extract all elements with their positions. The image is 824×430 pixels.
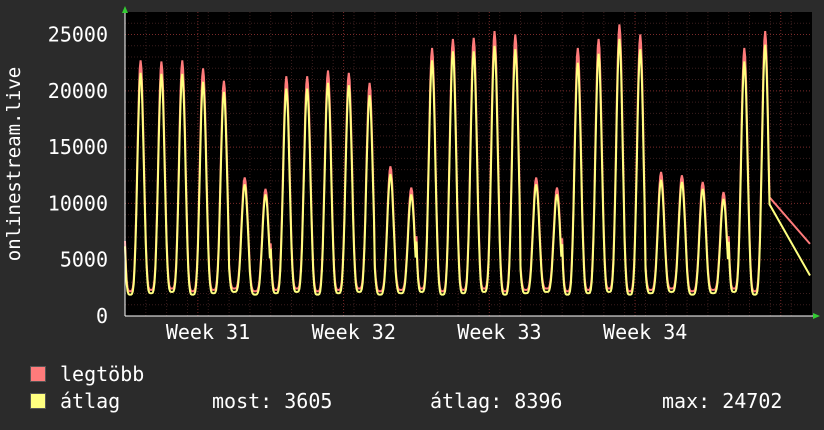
x-tick-label: Week 34 [603,320,687,344]
legend-item-atlag: átlag [30,389,120,413]
y-tick-label: 0 [96,304,108,328]
x-tick-label: Week 33 [457,320,541,344]
legend-label-atlag: átlag [60,389,121,413]
y-tick-label: 5000 [60,248,108,272]
y-axis-label: onlinestream.live [3,66,25,262]
y-tick-label: 25000 [48,23,108,47]
legend-swatch-legtobb [30,366,46,382]
legend-label-legtobb: legtöbb [60,362,145,386]
x-tick-label: Week 32 [312,320,396,344]
legend-swatch-atlag [30,393,46,409]
legend-item-legtobb: legtöbb [30,362,144,386]
x-tick-label: Week 31 [166,320,250,344]
y-tick-label: 20000 [48,79,108,103]
y-tick-label: 15000 [48,135,108,159]
stat-current: most: 3605 [212,389,333,413]
stat-average: átlag: 8396 [430,389,563,413]
stat-max: max: 24702 [662,389,783,413]
y-tick-label: 10000 [48,191,108,215]
y-axis-arrow-icon [122,6,128,13]
x-axis-arrow-icon [813,313,820,319]
